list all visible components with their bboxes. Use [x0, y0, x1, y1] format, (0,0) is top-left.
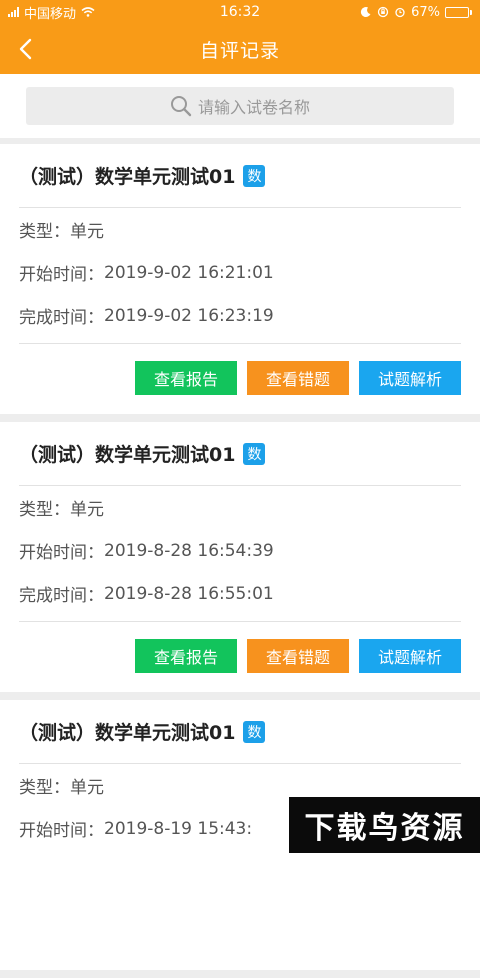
alarm-icon	[394, 6, 406, 18]
search-icon	[170, 95, 192, 117]
type-value: 单元	[70, 495, 104, 520]
start-time-value: 2019-9-02 16:21:01	[104, 263, 274, 283]
type-value: 单元	[70, 773, 104, 798]
page-title: 自评记录	[200, 36, 280, 63]
search-placeholder: 请输入试卷名称	[198, 94, 310, 118]
question-analysis-button[interactable]: 试题解析	[359, 361, 461, 395]
start-time-row: 开始时间： 2019-9-02 16:21:01	[19, 251, 461, 294]
nav-bar: 自评记录	[0, 24, 480, 74]
wifi-icon	[81, 7, 95, 17]
finish-time-row: 完成时间： 2019-9-02 16:23:19	[19, 294, 461, 337]
record-info: 类型： 单元 开始时间： 2019-8-28 16:54:39 完成时间： 20…	[19, 486, 461, 622]
watermark-logo: 下载鸟资源	[289, 797, 480, 853]
question-analysis-button[interactable]: 试题解析	[359, 639, 461, 673]
finish-time-label: 完成时间：	[19, 303, 104, 328]
chevron-left-icon	[18, 38, 32, 60]
finish-time-label: 完成时间：	[19, 581, 104, 606]
finish-time-value: 2019-8-28 16:55:01	[104, 584, 274, 604]
type-row: 类型： 单元	[19, 208, 461, 251]
type-label: 类型：	[19, 495, 70, 520]
status-left: 中国移动	[8, 3, 95, 22]
view-errors-button[interactable]: 查看错题	[247, 639, 349, 673]
finish-time-row: 完成时间： 2019-8-28 16:55:01	[19, 572, 461, 615]
record-title-row: （测试）数学单元测试01 数	[19, 700, 461, 764]
record-card: （测试）数学单元测试01 数 类型： 单元 开始时间： 2019-8-28 16…	[0, 422, 480, 692]
view-report-button[interactable]: 查看报告	[135, 361, 237, 395]
subject-badge: 数	[243, 443, 265, 465]
view-report-button[interactable]: 查看报告	[135, 639, 237, 673]
start-time-value: 2019-8-19 15:43:	[104, 819, 252, 839]
record-title-row: （测试）数学单元测试01 数	[19, 144, 461, 208]
start-time-label: 开始时间：	[19, 816, 104, 841]
type-row: 类型： 单元	[19, 486, 461, 529]
battery-percent: 67%	[411, 5, 440, 20]
record-title: （测试）数学单元测试01	[19, 162, 235, 189]
start-time-row: 开始时间： 2019-8-28 16:54:39	[19, 529, 461, 572]
record-title-row: （测试）数学单元测试01 数	[19, 422, 461, 486]
subject-badge: 数	[243, 165, 265, 187]
start-time-label: 开始时间：	[19, 538, 104, 563]
rotation-lock-icon	[377, 6, 389, 18]
search-input[interactable]: 请输入试卷名称	[26, 87, 454, 125]
search-bar: 请输入试卷名称	[0, 74, 480, 138]
type-label: 类型：	[19, 217, 70, 242]
battery-icon	[445, 7, 472, 18]
type-label: 类型：	[19, 773, 70, 798]
start-time-label: 开始时间：	[19, 260, 104, 285]
status-bar: 中国移动 16:32 67%	[0, 0, 480, 24]
finish-time-value: 2019-9-02 16:23:19	[104, 306, 274, 326]
back-button[interactable]	[12, 36, 38, 62]
record-title: （测试）数学单元测试01	[19, 718, 235, 745]
status-right: 67%	[360, 5, 472, 20]
record-actions: 查看报告 查看错题 试题解析	[19, 344, 461, 412]
signal-icon	[8, 7, 19, 17]
type-value: 单元	[70, 217, 104, 242]
record-title: （测试）数学单元测试01	[19, 440, 235, 467]
start-time-value: 2019-8-28 16:54:39	[104, 541, 274, 561]
view-errors-button[interactable]: 查看错题	[247, 361, 349, 395]
carrier-label: 中国移动	[24, 3, 76, 22]
subject-badge: 数	[243, 721, 265, 743]
record-card: （测试）数学单元测试01 数 类型： 单元 开始时间： 2019-9-02 16…	[0, 144, 480, 414]
moon-icon	[360, 6, 372, 18]
record-info: 类型： 单元 开始时间： 2019-9-02 16:21:01 完成时间： 20…	[19, 208, 461, 344]
record-actions: 查看报告 查看错题 试题解析	[19, 622, 461, 690]
